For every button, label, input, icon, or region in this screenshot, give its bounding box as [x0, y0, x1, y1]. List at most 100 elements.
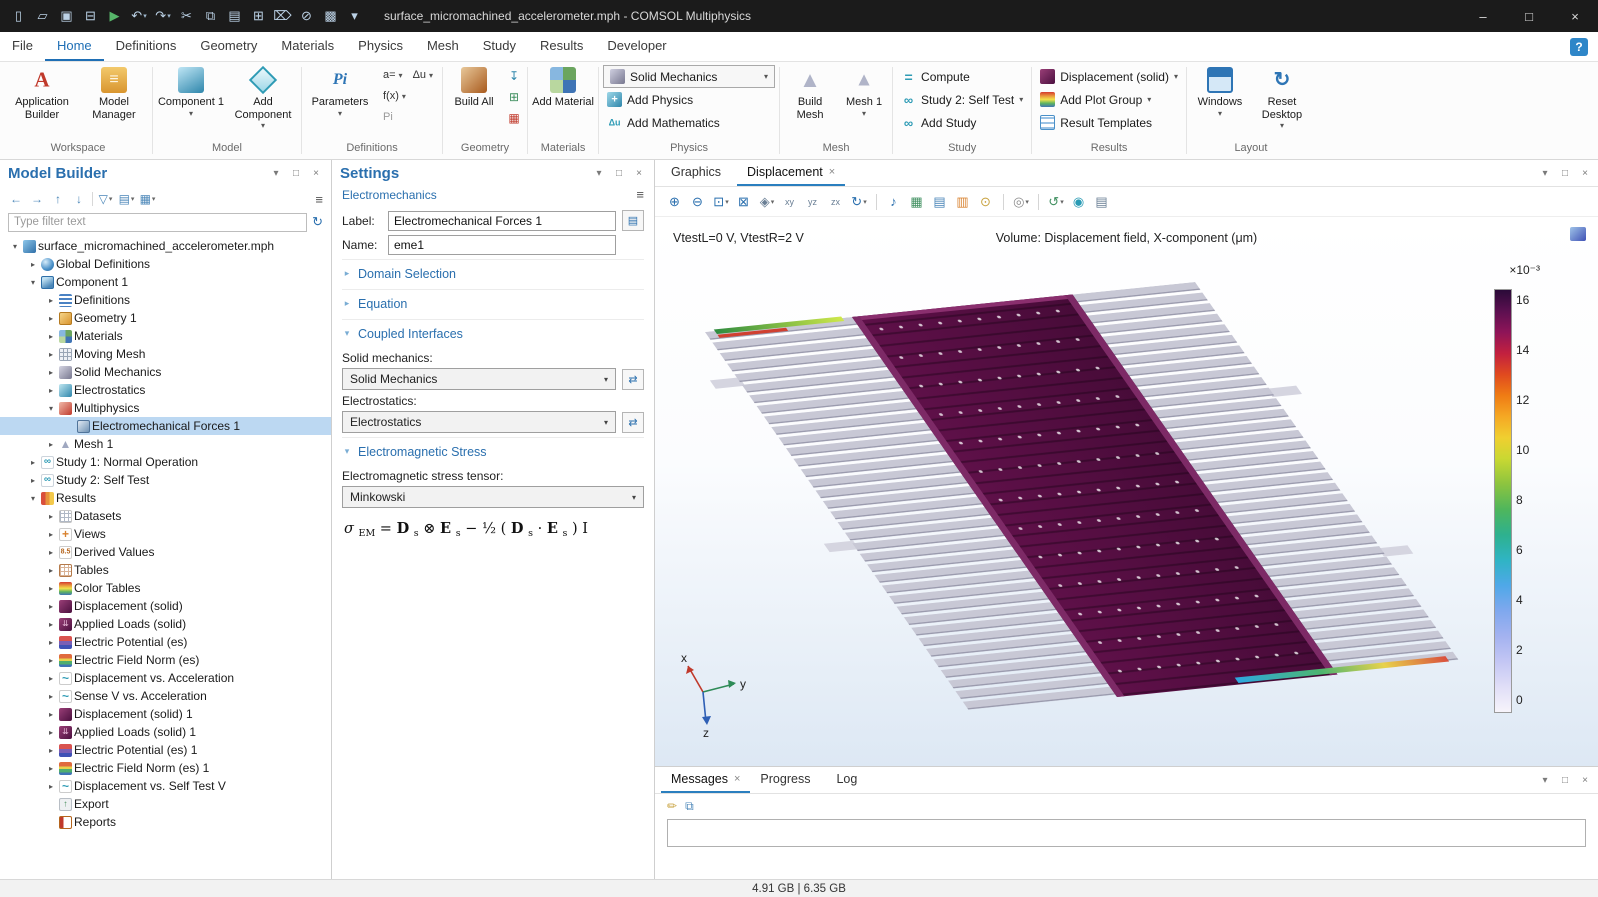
snapshot-icon[interactable]: ◉: [1069, 192, 1089, 212]
panel-menu-icon[interactable]: ▾: [1538, 168, 1552, 179]
redo-icon[interactable]: ↷ ▾: [152, 5, 174, 27]
tree-expander-icon[interactable]: ▾: [26, 494, 40, 503]
result-templates-button[interactable]: Result Templates: [1036, 111, 1182, 134]
tree-expander-icon[interactable]: ▾: [44, 404, 58, 413]
panel-float-icon[interactable]: □: [289, 168, 303, 179]
solid-mechanics-select[interactable]: Solid Mechanics ▾: [342, 368, 616, 390]
undo-icon[interactable]: ↶ ▾: [128, 5, 150, 27]
tree-expander-icon[interactable]: ▸: [44, 332, 58, 341]
show-options-icon[interactable]: ▽ ▾: [97, 190, 114, 208]
tree-expander-icon[interactable]: ▸: [44, 512, 58, 521]
update-plot-icon[interactable]: ↺ ▾: [1046, 192, 1066, 212]
minimize-button[interactable]: –: [1460, 0, 1506, 32]
tree-item[interactable]: Reports: [0, 813, 331, 831]
close-button[interactable]: ×: [1552, 0, 1598, 32]
more-options-icon[interactable]: ≡: [315, 192, 323, 207]
tab-displacement[interactable]: Displacement ×: [737, 160, 845, 186]
mesh1-button[interactable]: Mesh 1 ▾: [840, 65, 888, 118]
tree-item[interactable]: ▸ Color Tables: [0, 579, 331, 597]
panel-menu-icon[interactable]: ▾: [592, 168, 606, 179]
tab-geometry[interactable]: Geometry: [188, 32, 269, 61]
tree-item[interactable]: ▸ Electrostatics: [0, 381, 331, 399]
build-all-button[interactable]: Build All: [447, 65, 501, 109]
go-to-electrostatics-button[interactable]: ⇄: [622, 412, 644, 433]
tree-item[interactable]: ▸ Mesh 1: [0, 435, 331, 453]
tree-expander-icon[interactable]: ▸: [44, 782, 58, 791]
tree-item[interactable]: ▸ Geometry 1: [0, 309, 331, 327]
go-to-default-view-icon[interactable]: ◈ ▾: [757, 192, 777, 212]
geometry-import-button[interactable]: ↧: [505, 67, 523, 85]
add-plot-group-button[interactable]: Add Plot Group ▾: [1036, 88, 1182, 111]
model-manager-button[interactable]: Model Manager: [80, 65, 148, 121]
panel-close-icon[interactable]: ×: [1578, 775, 1592, 786]
print-icon[interactable]: ▤: [1092, 192, 1112, 212]
tree-item[interactable]: ▸ Solid Mechanics: [0, 363, 331, 381]
application-builder-button[interactable]: Application Builder: [8, 65, 76, 121]
compute-button[interactable]: Compute: [897, 65, 1027, 88]
zoom-box-icon[interactable]: ⊡ ▾: [711, 192, 731, 212]
label-input[interactable]: [388, 211, 616, 231]
section-domain-selection[interactable]: ▸ Domain Selection: [342, 259, 644, 287]
electrostatics-select[interactable]: Electrostatics ▾: [342, 411, 616, 433]
zoom-in-icon[interactable]: ⊕: [665, 192, 685, 212]
tree-expander-icon[interactable]: ▸: [44, 530, 58, 539]
filter-input[interactable]: [8, 213, 307, 232]
tab-results[interactable]: Results: [528, 32, 595, 61]
messages-output[interactable]: [667, 819, 1586, 847]
tree-item[interactable]: Electromechanical Forces 1: [0, 417, 331, 435]
tree-item[interactable]: ▾ Multiphysics: [0, 399, 331, 417]
new-file-icon[interactable]: ▯: [8, 5, 30, 27]
tree-item[interactable]: ▸ Tables: [0, 561, 331, 579]
tree-item[interactable]: ▸ Definitions: [0, 291, 331, 309]
physics-interface-select[interactable]: Solid Mechanics ▾: [603, 65, 775, 88]
section-electromagnetic-stress[interactable]: ▾ Electromagnetic Stress: [342, 437, 644, 465]
maximize-button[interactable]: □: [1506, 0, 1552, 32]
defeature-button[interactable]: ▦: [505, 109, 523, 127]
tab-messages[interactable]: Messages ×: [661, 767, 750, 793]
delete-icon[interactable]: ⌦: [272, 5, 294, 27]
panel-float-icon[interactable]: □: [1558, 168, 1572, 179]
tree-expander-icon[interactable]: ▸: [44, 386, 58, 395]
disable-icon[interactable]: ⊘: [296, 5, 318, 27]
tree-expander-icon[interactable]: ▸: [44, 710, 58, 719]
tree-item[interactable]: ▾ Results: [0, 489, 331, 507]
zoom-extents-icon[interactable]: ⊠: [734, 192, 754, 212]
reset-desktop-button[interactable]: Reset Desktop ▾: [1253, 65, 1311, 130]
tree-expander-icon[interactable]: ▸: [44, 296, 58, 305]
tab-progress[interactable]: Progress: [750, 767, 826, 793]
tree-expander-icon[interactable]: ▸: [44, 584, 58, 593]
selection-mode-icon[interactable]: ◎ ▾: [1011, 192, 1031, 212]
move-up-icon[interactable]: ↑: [50, 190, 67, 208]
stress-tensor-select[interactable]: Minkowski ▾: [342, 486, 644, 508]
clear-messages-icon[interactable]: ✏: [667, 799, 677, 813]
panel-float-icon[interactable]: □: [1558, 775, 1572, 786]
functions-button[interactable]: f(x) ▾: [378, 86, 438, 106]
open-file-icon[interactable]: ▱: [32, 5, 54, 27]
tab-study[interactable]: Study: [471, 32, 528, 61]
add-study-button[interactable]: Add Study: [897, 111, 1027, 134]
panel-close-icon[interactable]: ×: [309, 168, 323, 179]
tree-item[interactable]: ▸ Displacement (solid) 1: [0, 705, 331, 723]
tree-expander-icon[interactable]: ▸: [44, 314, 58, 323]
tree-item[interactable]: ▸ Moving Mesh: [0, 345, 331, 363]
tree-expander-icon[interactable]: ▸: [44, 620, 58, 629]
windows-button[interactable]: Windows ▾: [1191, 65, 1249, 118]
show-grid-icon[interactable]: ▤: [930, 192, 950, 212]
tab-mesh[interactable]: Mesh: [415, 32, 471, 61]
tree-item[interactable]: ▸ Derived Values: [0, 543, 331, 561]
tree-expander-icon[interactable]: ▸: [44, 548, 58, 557]
view-xy-plane-icon[interactable]: xy: [780, 192, 800, 212]
lock-view-icon[interactable]: ⊙: [976, 192, 996, 212]
tree-expander-icon[interactable]: ▾: [8, 242, 22, 251]
view-zx-plane-icon[interactable]: zx: [826, 192, 846, 212]
tree-item[interactable]: ▸ Datasets: [0, 507, 331, 525]
tree-expander-icon[interactable]: ▸: [44, 674, 58, 683]
study2-button[interactable]: Study 2: Self Test ▾: [897, 88, 1027, 111]
tree-expander-icon[interactable]: ▸: [44, 764, 58, 773]
tree-expander-icon[interactable]: ▸: [26, 260, 40, 269]
duplicate-icon[interactable]: ⊞: [248, 5, 270, 27]
add-physics-button[interactable]: Add Physics: [603, 88, 775, 111]
displacement-plot-button[interactable]: Displacement (solid) ▾: [1036, 65, 1182, 88]
tree-item[interactable]: ▸ Applied Loads (solid): [0, 615, 331, 633]
tree-expander-icon[interactable]: ▸: [44, 440, 58, 449]
